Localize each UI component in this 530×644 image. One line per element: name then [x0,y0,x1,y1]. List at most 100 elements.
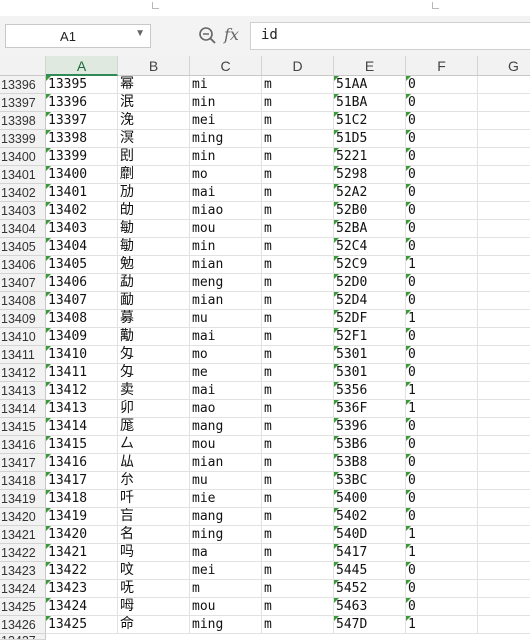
cell-e[interactable]: 5301 [334,346,406,364]
cell-b[interactable]: 勄 [118,220,190,238]
cell-a[interactable]: 13414 [46,418,118,436]
row-header[interactable]: 13416 [0,436,46,454]
cell-a[interactable]: 13404 [46,238,118,256]
cell-c[interactable]: mang [190,418,262,436]
cell-d[interactable]: m [262,490,334,508]
cell-d[interactable]: m [262,148,334,166]
cell-c[interactable]: miao [190,202,262,220]
cell-g[interactable] [478,94,530,112]
cell-c[interactable]: meng [190,274,262,292]
cell-e[interactable]: 5301 [334,364,406,382]
cell-b[interactable]: 吗 [118,544,190,562]
cell-d[interactable]: m [262,418,334,436]
cell-e[interactable]: 51BA [334,94,406,112]
cell-b[interactable]: 劰 [118,202,190,220]
cell-f[interactable]: 0 [406,472,478,490]
cell-e[interactable]: 51D5 [334,130,406,148]
row-header[interactable]: 13398 [0,112,46,130]
cell-f[interactable]: 0 [406,508,478,526]
cell-a[interactable]: 13412 [46,382,118,400]
cell-e[interactable]: 5400 [334,490,406,508]
cell-c[interactable]: mian [190,256,262,274]
row-header[interactable]: 13400 [0,148,46,166]
cell-c[interactable]: mei [190,112,262,130]
cell-a[interactable]: 13413 [46,400,118,418]
cell-d[interactable]: m [262,328,334,346]
cell-f[interactable]: 0 [406,490,478,508]
cell-b[interactable]: 吀 [118,490,190,508]
cell-f[interactable]: 0 [406,112,478,130]
column-header-e[interactable]: E [334,56,406,76]
row-header[interactable]: 13407 [0,274,46,292]
cell-d[interactable]: m [262,166,334,184]
cell-a[interactable]: 13420 [46,526,118,544]
cell-e[interactable]: 53BC [334,472,406,490]
cell-a[interactable]: 13418 [46,490,118,508]
row-header[interactable]: 13423 [0,562,46,580]
cell-c[interactable]: mou [190,598,262,616]
cell-g[interactable] [478,490,530,508]
cell-a[interactable]: 13407 [46,292,118,310]
cell-b[interactable]: 勉 [118,256,190,274]
cell-d[interactable]: m [262,256,334,274]
cell-e[interactable]: 5417 [334,544,406,562]
cell-g[interactable] [478,202,530,220]
cell-b[interactable]: 呅 [118,562,190,580]
cell-f[interactable]: 1 [406,310,478,328]
cell-a[interactable]: 13425 [46,616,118,634]
cell-g[interactable] [478,616,530,634]
row-header[interactable]: 13409 [0,310,46,328]
cell-b[interactable]: 募 [118,310,190,328]
cell-f[interactable]: 0 [406,364,478,382]
cell-e[interactable]: 52B0 [334,202,406,220]
row-header[interactable]: 13402 [0,184,46,202]
cell-f[interactable]: 1 [406,544,478,562]
cell-e[interactable]: 536F [334,400,406,418]
cell-e[interactable]: 53B8 [334,454,406,472]
cell-b[interactable]: 溟 [118,130,190,148]
cell-g[interactable] [478,274,530,292]
cell-b[interactable]: 勱 [118,328,190,346]
cell-c[interactable]: mian [190,292,262,310]
cell-b[interactable]: 吂 [118,508,190,526]
cell-f[interactable]: 0 [406,166,478,184]
cell-b[interactable]: 浼 [118,112,190,130]
cell-b[interactable]: 刡 [118,148,190,166]
cell-e[interactable]: 51AA [334,76,406,94]
cell-g[interactable] [478,562,530,580]
cell-a[interactable]: 13402 [46,202,118,220]
cell-g[interactable] [478,472,530,490]
cell-a[interactable]: 13398 [46,130,118,148]
cell-b[interactable]: 劘 [118,166,190,184]
row-header[interactable]: 13410 [0,328,46,346]
cell-d[interactable]: m [262,472,334,490]
cell-d[interactable]: m [262,220,334,238]
cell-c[interactable]: mang [190,508,262,526]
cell-f[interactable]: 0 [406,202,478,220]
column-header-a[interactable]: A [46,56,118,76]
cell-f[interactable]: 0 [406,562,478,580]
cell-b[interactable]: 厸 [118,454,190,472]
cell-g[interactable] [478,256,530,274]
cell-c[interactable]: mie [190,490,262,508]
cell-b[interactable]: 劢 [118,184,190,202]
row-header[interactable]: 13404 [0,220,46,238]
cell-e[interactable]: 5445 [334,562,406,580]
zoom-icon[interactable] [198,26,216,44]
cell-g[interactable] [478,526,530,544]
cell-b[interactable]: 厖 [118,418,190,436]
cell-a[interactable]: 13406 [46,274,118,292]
formula-input[interactable]: id [250,22,530,50]
cell-d[interactable]: m [262,292,334,310]
cell-c[interactable]: ma [190,544,262,562]
cell-f[interactable]: 0 [406,274,478,292]
cell-f[interactable]: 0 [406,292,478,310]
row-header[interactable]: 13421 [0,526,46,544]
row-header[interactable]: 13427 [0,634,46,640]
row-header[interactable]: 13413 [0,382,46,400]
cell-g[interactable] [478,346,530,364]
cell-d[interactable]: m [262,238,334,256]
row-header[interactable]: 13406 [0,256,46,274]
cell-e[interactable]: 52F1 [334,328,406,346]
cell-b[interactable]: 卯 [118,400,190,418]
